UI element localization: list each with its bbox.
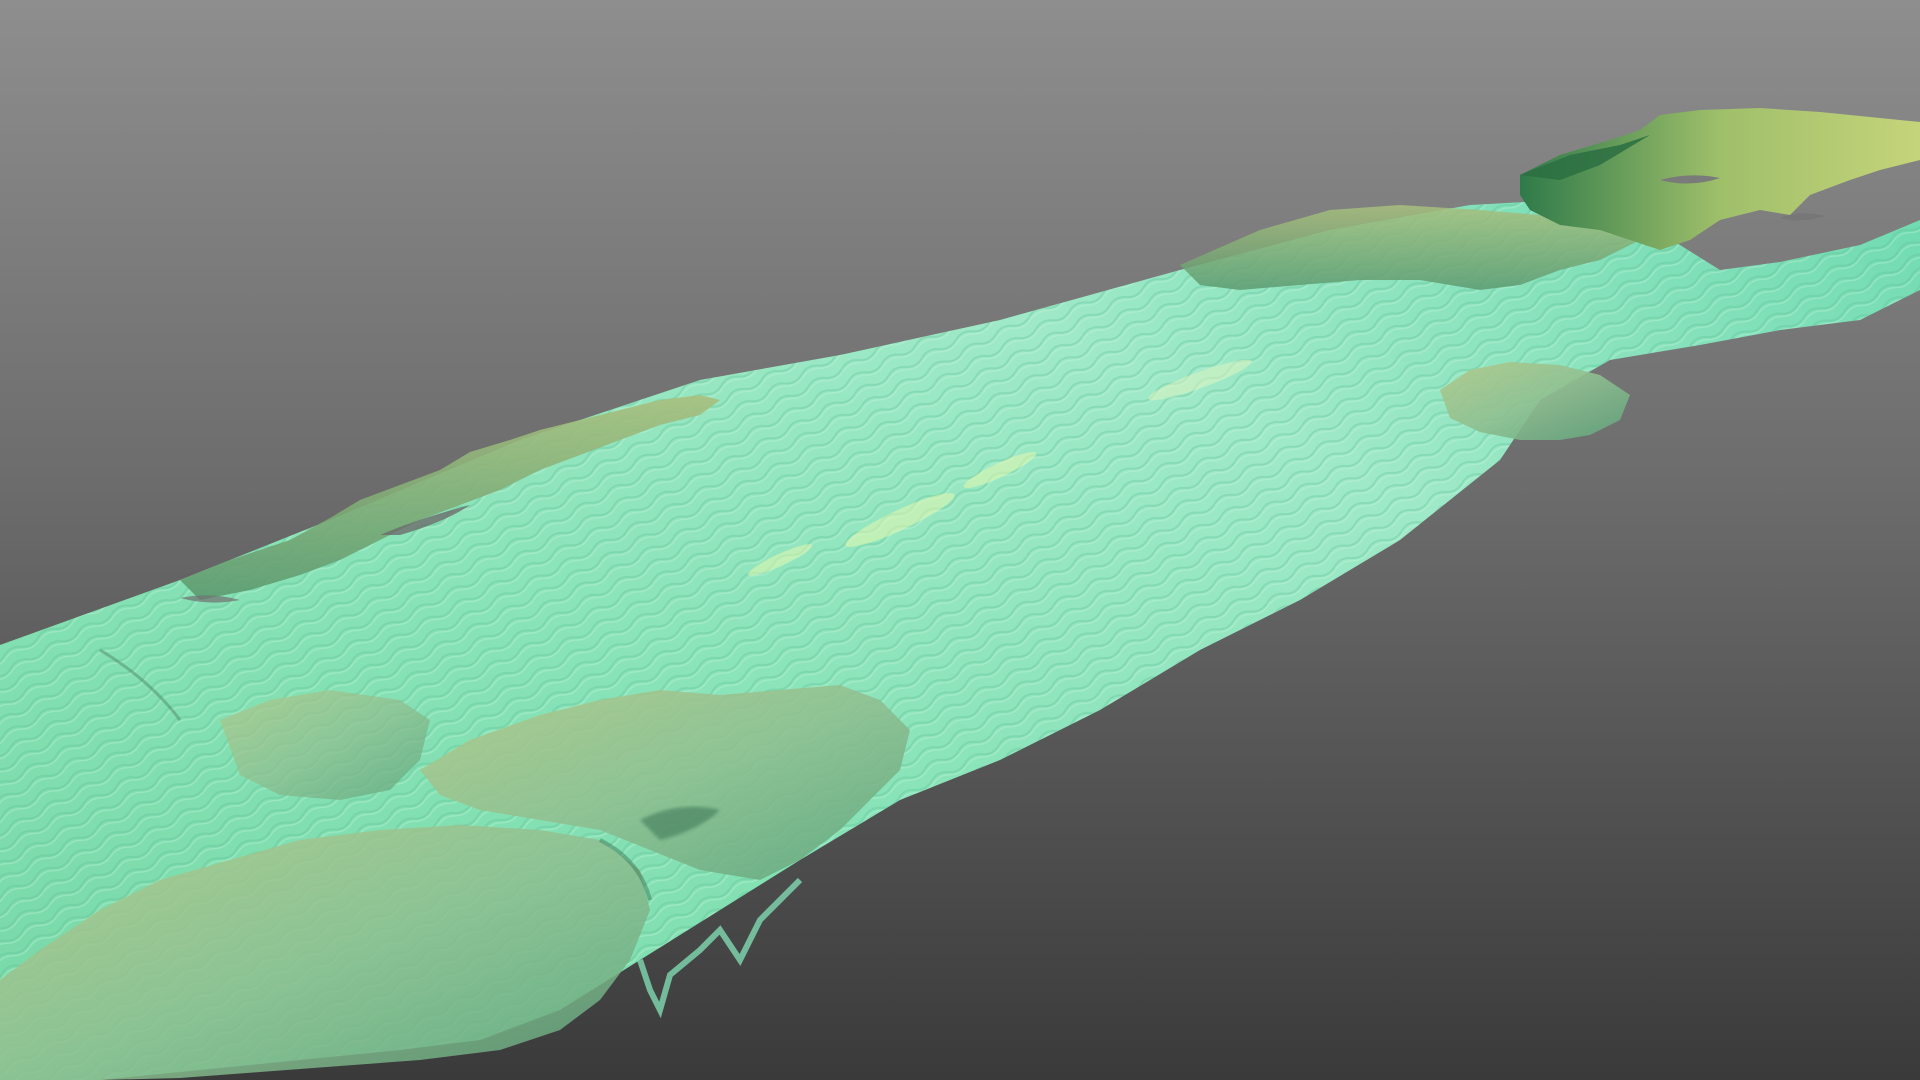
seabed-3d-model[interactable] (0, 0, 1920, 1080)
3d-viewport[interactable] (0, 0, 1920, 1080)
outcrop-hole (1780, 213, 1825, 221)
